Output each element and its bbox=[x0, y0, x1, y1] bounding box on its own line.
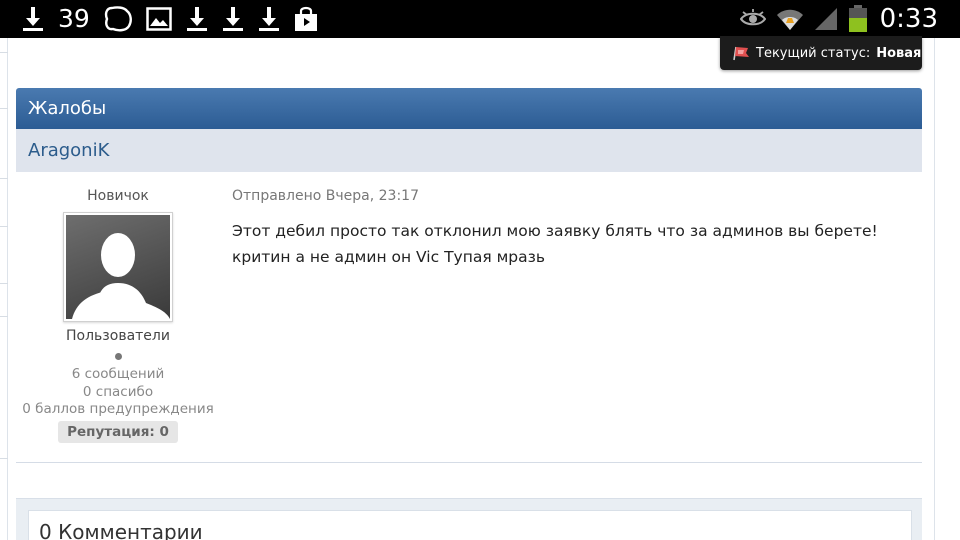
reputation-badge: Репутация: 0 bbox=[58, 420, 178, 443]
user-group: Пользователи bbox=[66, 328, 170, 344]
divider bbox=[16, 462, 922, 463]
post-body: Этот дебил просто так отклонил мою заявк… bbox=[232, 222, 878, 266]
flag-icon bbox=[732, 45, 750, 61]
right-gutter bbox=[934, 38, 960, 540]
user-warnings-count: 0 баллов предупреждения bbox=[22, 401, 214, 417]
system-icons: 0:33 bbox=[739, 0, 938, 38]
download-icon bbox=[222, 6, 244, 32]
notification-count: 39 bbox=[58, 4, 90, 33]
current-status-value: Новая bbox=[876, 45, 922, 61]
author-link[interactable]: AragoniK bbox=[28, 140, 109, 161]
download-icon bbox=[258, 6, 280, 32]
comments-title: 0 Комментарии bbox=[28, 510, 912, 540]
user-info: Новичок Пользователи 6 сообщений 0 спаси… bbox=[16, 172, 220, 443]
wifi-icon bbox=[776, 6, 804, 32]
notification-icons: 39 bbox=[22, 0, 318, 38]
battery-icon bbox=[848, 5, 868, 33]
current-status-label: Текущий статус: bbox=[756, 45, 871, 61]
post-date: Отправлено Вчера, 23:17 bbox=[232, 188, 419, 204]
offline-status-dot bbox=[114, 353, 122, 360]
speech-bubble-icon bbox=[104, 6, 132, 32]
shopping-bag-icon bbox=[294, 6, 318, 32]
clock: 0:33 bbox=[879, 4, 938, 34]
user-posts-count: 6 сообщений bbox=[71, 366, 165, 382]
eye-icon bbox=[739, 9, 766, 29]
image-icon bbox=[146, 7, 172, 31]
cell-signal-icon bbox=[814, 7, 838, 31]
comments-section: 0 Комментарии bbox=[16, 498, 922, 540]
current-status-tooltip[interactable]: Текущий статус: Новая bbox=[720, 36, 922, 70]
avatar[interactable] bbox=[63, 212, 173, 322]
avatar-silhouette-icon bbox=[66, 215, 170, 319]
android-status-bar: 39 0:33 bbox=[0, 0, 960, 38]
user-thanks-count: 0 спасибо bbox=[82, 383, 154, 400]
post-author-bar: AragoniK bbox=[16, 129, 922, 172]
left-gutter bbox=[0, 38, 8, 540]
download-icon bbox=[22, 6, 44, 32]
user-rank: Новичок bbox=[87, 188, 149, 204]
section-title: Жалобы bbox=[16, 88, 922, 129]
download-icon bbox=[186, 6, 208, 32]
